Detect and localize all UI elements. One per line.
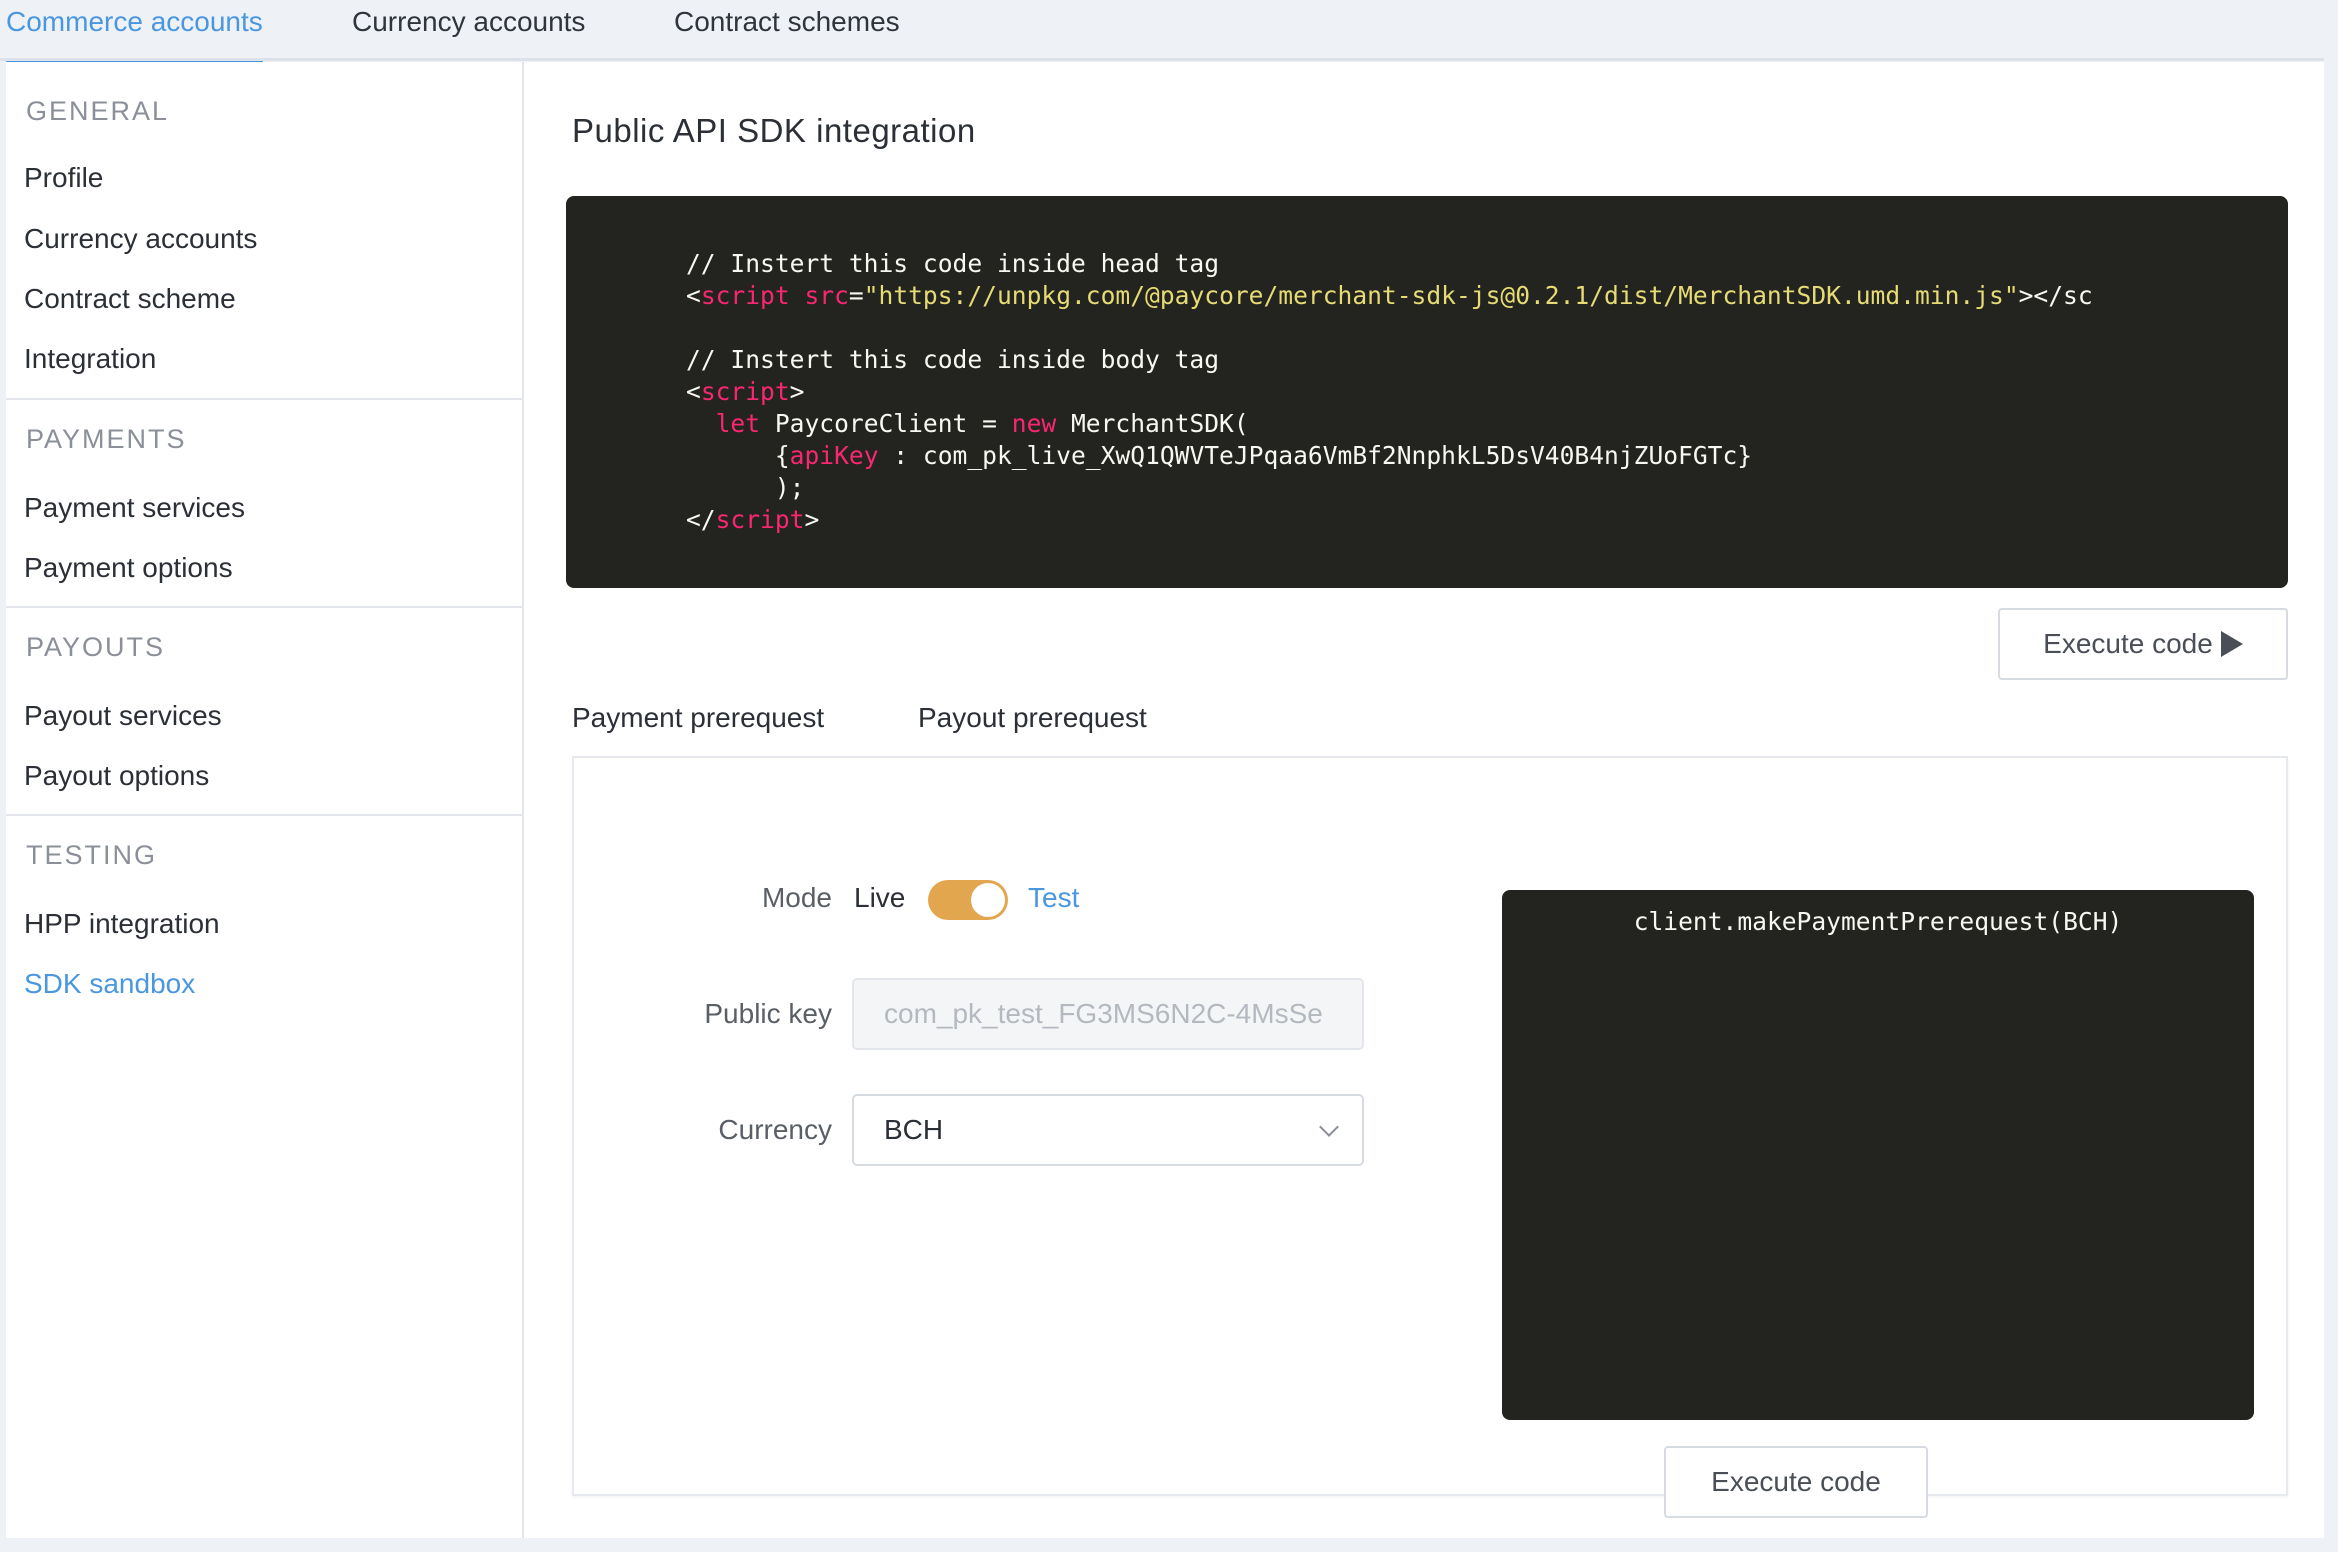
integration-code-block: // Instert this code inside head tag <sc… <box>566 196 2288 588</box>
code-punct: ></sc <box>2018 281 2093 310</box>
sidebar-heading-testing: TESTING <box>26 840 158 870</box>
toggle-knob <box>971 883 1005 917</box>
sidebar-divider <box>6 398 524 400</box>
code-text: PaycoreClient = <box>760 409 1012 438</box>
currency-label: Currency <box>718 1114 832 1145</box>
tab-commerce-accounts[interactable]: Commerce accounts <box>6 0 263 62</box>
execute-prerequest-button[interactable]: Execute code <box>1664 1446 1928 1518</box>
mode-label: Mode <box>761 882 832 913</box>
code-string: "https://unpkg.com/@paycore/merchant-sdk… <box>863 281 2019 310</box>
prerequest-card: Mode Live Test Public key com_pk_test_FG… <box>572 758 2288 1518</box>
top-tabs: Commerce accounts Currency accounts Cont… <box>0 0 2338 62</box>
code-tag: script <box>700 281 790 310</box>
public-key-label: Public key <box>704 998 832 1029</box>
code-punct: > <box>789 377 805 406</box>
code-attr: src <box>804 281 849 310</box>
code-keyword: new <box>1011 409 1057 438</box>
code-comment: // Instert this code inside body tag <box>686 345 1220 374</box>
code-punct: ); <box>774 473 805 502</box>
execute-code-label: Execute code <box>2043 628 2213 659</box>
sidebar-item-payout-services[interactable]: Payout services <box>24 700 222 732</box>
tab-payout-prerequest[interactable]: Payout prerequest <box>918 702 1147 734</box>
tab-currency-accounts[interactable]: Currency accounts <box>352 0 585 58</box>
code-text: MerchantSDK( <box>1056 409 1249 438</box>
prerequest-code: client.makePaymentPrerequest(BCH) <box>1633 907 2123 936</box>
sidebar-heading-payments: PAYMENTS <box>26 424 187 454</box>
play-icon <box>2220 631 2243 657</box>
sidebar-divider <box>6 606 524 608</box>
tab-payment-prerequest[interactable]: Payment prerequest <box>572 702 824 734</box>
tab-underline-rule <box>0 58 2324 61</box>
sidebar-item-sdk-sandbox[interactable]: SDK sandbox <box>24 968 195 1000</box>
sidebar-item-payout-options[interactable]: Payout options <box>24 760 209 792</box>
prerequest-code-preview: client.makePaymentPrerequest(BCH) <box>1502 890 2254 1420</box>
page-title: Public API SDK integration <box>572 112 976 149</box>
mode-toggle[interactable] <box>928 880 1008 920</box>
public-key-input[interactable]: com_pk_test_FG3MS6N2C-4MsSe <box>852 978 1364 1050</box>
execute-code-button[interactable]: Execute code <box>1998 608 2288 680</box>
main-content: Public API SDK integration // Instert th… <box>524 62 2324 1538</box>
mode-test-label: Test <box>1028 882 1080 913</box>
sidebar-item-currency-accounts[interactable]: Currency accounts <box>24 223 257 255</box>
sidebar: GENERAL Profile Currency accounts Contra… <box>6 62 524 1538</box>
sidebar-item-integration[interactable]: Integration <box>24 343 156 375</box>
code-punct: > <box>804 505 820 534</box>
code-punct: { <box>774 441 790 470</box>
code-comment: // Instert this code inside head tag <box>686 249 1220 278</box>
code-tag: script <box>700 377 790 406</box>
sidebar-heading-general: GENERAL <box>26 96 170 126</box>
code-punct: = <box>848 281 864 310</box>
sidebar-heading-payouts: PAYOUTS <box>26 632 166 662</box>
sidebar-item-profile[interactable]: Profile <box>24 162 103 194</box>
sidebar-item-payment-options[interactable]: Payment options <box>24 552 233 584</box>
code-punct: < <box>686 281 701 310</box>
code-tag: script <box>715 505 805 534</box>
sidebar-item-hpp-integration[interactable]: HPP integration <box>24 908 220 940</box>
code-punct: < <box>686 377 701 406</box>
integration-code: // Instert this code inside head tag <sc… <box>686 248 2093 536</box>
code-attr: apiKey <box>789 441 879 470</box>
sidebar-item-contract-scheme[interactable]: Contract scheme <box>24 283 236 315</box>
tab-contract-schemes[interactable]: Contract schemes <box>674 0 900 58</box>
execute-prerequest-label: Execute code <box>1711 1466 1881 1497</box>
chevron-down-icon <box>1319 1117 1339 1137</box>
mode-live-label: Live <box>854 882 906 913</box>
sidebar-divider <box>6 814 524 816</box>
sidebar-item-payment-services[interactable]: Payment services <box>24 492 245 524</box>
code-punct: </ <box>686 505 716 534</box>
code-text: : com_pk_live_XwQ1QWVTeJPqaa6VmBf2NnphkL… <box>878 441 1753 470</box>
code-keyword: let <box>715 409 761 438</box>
currency-value: BCH <box>884 1114 944 1145</box>
settings-panel: GENERAL Profile Currency accounts Contra… <box>6 62 2324 1538</box>
currency-select[interactable]: BCH <box>852 1094 1364 1166</box>
